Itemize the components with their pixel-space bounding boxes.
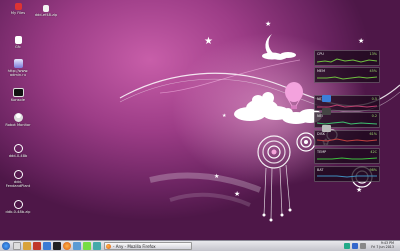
icon-label: ddb-0-48b.zip (5, 210, 31, 214)
icon-label: Gfc (14, 45, 22, 49)
icon-label: Konsole (11, 98, 25, 102)
file-archive-icon[interactable]: ddd-ef48.zip (28, 5, 64, 17)
icon-label: ddd- FendandPlant (5, 180, 31, 189)
circle-folder-icon[interactable]: ddd-0-48b (0, 144, 36, 158)
circle-folder-icon (13, 144, 23, 153)
clock[interactable]: 9:43 PM Fri 7 Jun 2013 (371, 241, 394, 249)
balloon-icon (285, 82, 303, 102)
star-icon: ★ (265, 20, 271, 28)
app-launcher-icon[interactable] (73, 242, 81, 250)
taskbar-window-button[interactable]: - Any - Mozilla Firefox (104, 242, 192, 250)
widget-value: 98% (369, 168, 377, 172)
file-archive-icon (43, 5, 49, 12)
star-icon: ★ (358, 37, 364, 45)
widget-value: 0.5 (371, 97, 377, 101)
widget-graph (317, 175, 377, 178)
show-desktop-icon[interactable] (13, 242, 21, 250)
circle-folder-icon (13, 200, 23, 209)
desktop: ★ ★ ★ ★ ★ ★ ★ My Files ddd-ef48.zip Gfc … (0, 0, 400, 240)
icon-label: ddd-ef48.zip (34, 13, 58, 17)
app-launcher-icon[interactable] (93, 242, 101, 250)
taskbar-window-title: - Any - Mozilla Firefox (113, 244, 156, 249)
clock-date: Fri 7 Jun 2013 (371, 245, 394, 249)
internet-shortcut-icon (13, 59, 23, 68)
monitor-widget: CPU 13% (314, 50, 380, 66)
widget-graph (317, 157, 377, 160)
terminal-icon[interactable] (53, 242, 61, 250)
star-icon: ★ (204, 36, 213, 47)
network-icon[interactable] (352, 243, 358, 249)
icon-label: Robot Monitor (5, 123, 31, 127)
monitor-widget: TEMP 42C (314, 148, 380, 164)
network-icon (322, 95, 331, 102)
monitor-widget: DISK 61% (314, 130, 380, 146)
cloud-icon (234, 92, 290, 121)
recycle-bin-icon (14, 3, 22, 10)
key-icon (322, 125, 331, 132)
icon-label: ddd-0-48b (8, 154, 28, 158)
monitor-widget: BAT 98% (314, 166, 380, 182)
user-icon (13, 113, 23, 122)
star-icon: ★ (234, 190, 240, 198)
terminal-icon[interactable]: Konsole (0, 88, 36, 102)
taskbar: - Any - Mozilla Firefox 9:43 PM Fri 7 Ju… (0, 240, 400, 251)
drive-icon (322, 108, 331, 115)
widget-value: 0.2 (371, 114, 377, 118)
widget-value: 42C (370, 150, 377, 154)
terminal-icon (12, 88, 24, 97)
file-icon (14, 36, 22, 44)
circle-folder-icon[interactable]: ddd- FendandPlant (0, 170, 36, 188)
widget-value: 45% (369, 69, 377, 73)
monitor-widget: MEM 45% (314, 67, 380, 83)
firefox-icon[interactable] (63, 242, 71, 250)
internet-shortcut-icon[interactable]: http://www. admin.ru (0, 59, 36, 77)
circle-folder-icon (13, 170, 23, 179)
widget-label: TEMP (317, 150, 327, 154)
widget-graph (317, 58, 377, 63)
user-icon[interactable]: Robot Monitor (0, 113, 36, 127)
widget-label: BAT (317, 168, 324, 172)
star-icon: ★ (222, 113, 227, 119)
widget-value: 61% (369, 132, 377, 136)
widget-label: DISK (317, 132, 325, 136)
firefox-icon (106, 244, 111, 249)
volume-icon[interactable] (360, 243, 366, 249)
tray-icon[interactable] (344, 243, 350, 249)
circle-folder-icon[interactable]: ddb-0-48b.zip (0, 200, 36, 214)
folder-icon[interactable] (23, 242, 31, 250)
app-launcher-icon[interactable] (83, 242, 91, 250)
widget-label: CPU (317, 52, 324, 56)
app-launcher-icon[interactable] (33, 242, 41, 250)
file-icon[interactable]: Gfc (0, 36, 36, 49)
icon-label: http://www. admin.ru (7, 69, 29, 78)
widget-label: MEM (317, 69, 325, 73)
widget-value: 13% (369, 52, 377, 56)
widget-graph (317, 76, 377, 80)
app-launcher-icon[interactable] (43, 242, 51, 250)
start-menu-icon[interactable] (2, 242, 10, 250)
widget-graph (317, 138, 377, 142)
